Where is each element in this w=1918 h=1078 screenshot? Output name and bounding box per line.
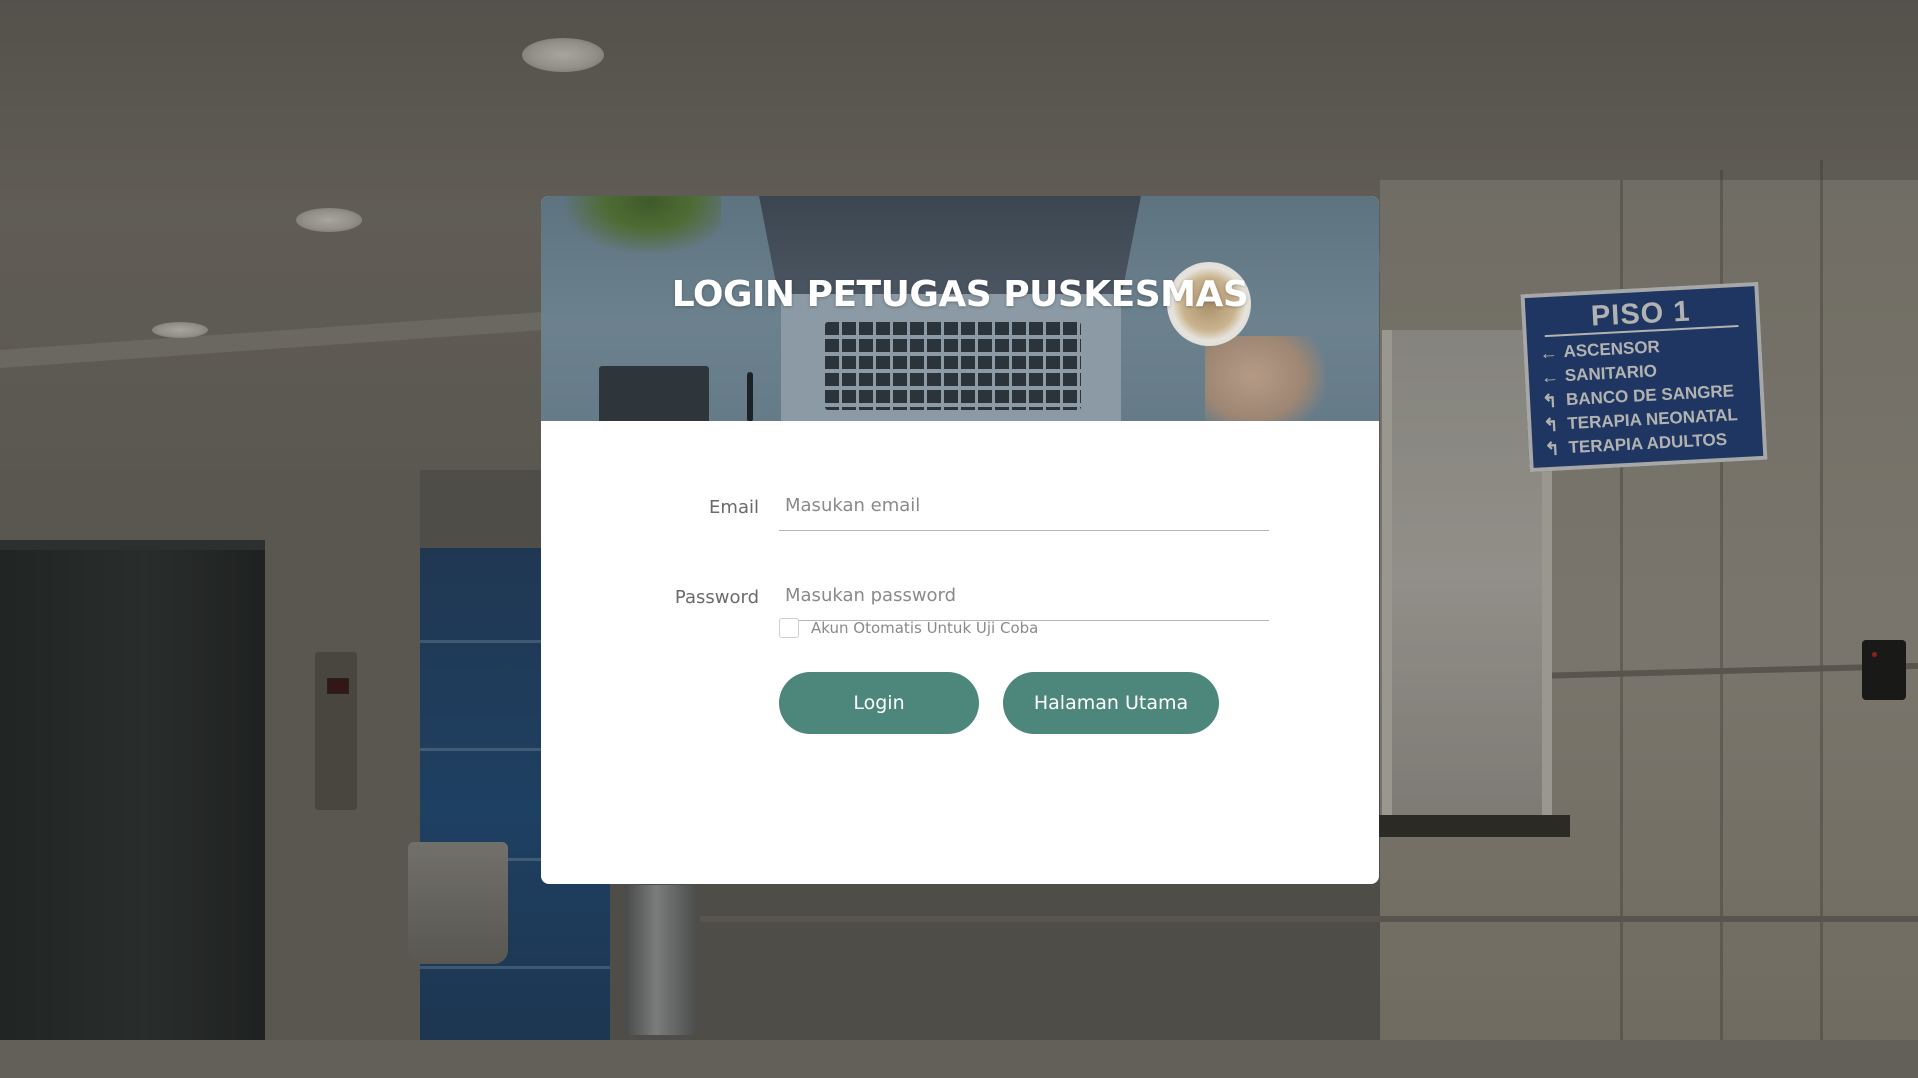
- password-field[interactable]: [779, 571, 1269, 621]
- email-field[interactable]: [779, 481, 1269, 531]
- plant-decoration: [561, 196, 721, 256]
- home-page-button[interactable]: Halaman Utama: [1003, 672, 1219, 734]
- login-form: Email Password: [541, 421, 1379, 884]
- auto-account-option: Akun Otomatis Untuk Uji Coba: [779, 616, 1038, 640]
- login-page: PISO 1 ← ASCENSOR ← SANITARIO ↰ BANCO DE…: [0, 0, 1918, 1078]
- auto-account-label: Akun Otomatis Untuk Uji Coba: [811, 619, 1039, 637]
- notebook-decoration: [599, 366, 709, 421]
- card-header-image: LOGIN PETUGAS PUSKESMAS: [541, 196, 1379, 421]
- auto-account-checkbox[interactable]: [779, 618, 799, 638]
- keyboard-rows: [825, 322, 1081, 410]
- page-title: LOGIN PETUGAS PUSKESMAS: [671, 274, 1249, 315]
- login-button[interactable]: Login: [779, 672, 979, 734]
- login-card: LOGIN PETUGAS PUSKESMAS Email Password A…: [541, 196, 1379, 884]
- email-row: Email: [541, 479, 1379, 539]
- pen-decoration: [747, 372, 753, 421]
- email-label: Email: [709, 497, 759, 518]
- hand-decoration: [1205, 336, 1325, 421]
- password-label: Password: [674, 587, 759, 608]
